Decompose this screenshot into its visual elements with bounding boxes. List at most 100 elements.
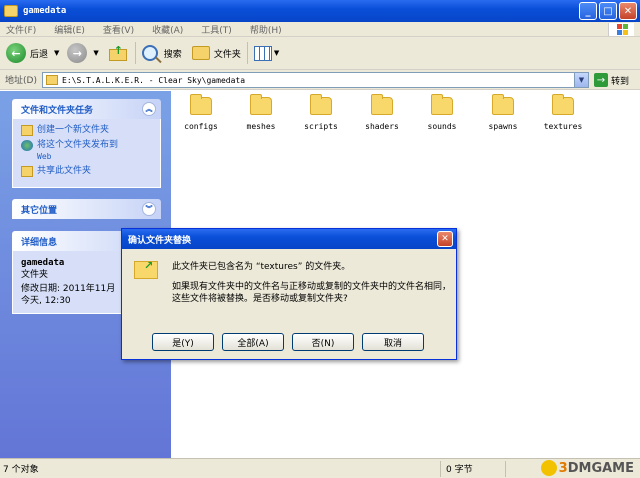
address-bar: 地址(D) E:\S.T.A.L.K.E.R. - Clear Sky\game… xyxy=(0,70,640,90)
menu-help[interactable]: 帮助(H) xyxy=(250,23,282,36)
folder-item[interactable]: spawns xyxy=(473,94,533,131)
folder-label: spawns xyxy=(488,122,518,131)
back-arrow-icon: ← xyxy=(6,43,26,63)
status-bar: 7 个对象 0 字节 3 DMGAME xyxy=(0,458,640,478)
address-path: E:\S.T.A.L.K.E.R. - Clear Sky\gamedata xyxy=(62,75,246,85)
task-sublabel: Web xyxy=(37,152,52,161)
menu-file[interactable]: 文件(F) xyxy=(6,23,36,36)
menu-bar: 文件(F) 编辑(E) 查看(V) 收藏(A) 工具(T) 帮助(H) xyxy=(0,22,640,37)
go-arrow-icon: → xyxy=(594,73,608,87)
dialog-title: 确认文件夹替换 xyxy=(128,235,192,246)
file-tasks-header[interactable]: 文件和文件夹任务 ︽ xyxy=(12,99,161,119)
folders-icon xyxy=(191,46,210,60)
details-title: 详细信息 xyxy=(21,237,58,248)
folder-icon xyxy=(46,75,58,85)
go-label: 转到 xyxy=(611,76,630,87)
search-button[interactable]: 搜索 xyxy=(141,45,182,61)
folder-label: sounds xyxy=(427,122,457,131)
folder-icon xyxy=(4,5,18,17)
watermark-number: 3 xyxy=(558,460,568,476)
go-button[interactable]: → 转到 xyxy=(594,73,629,87)
file-tasks-panel: 文件和文件夹任务 ︽ 创建一个新文件夹 将这个文件夹发布到 Web 共享此文件夹 xyxy=(12,99,161,188)
task-publish-web[interactable]: 将这个文件夹发布到 Web xyxy=(21,140,152,162)
dialog-message: 此文件夹已包含名为 “textures” 的文件夹。 xyxy=(172,262,351,272)
file-tasks-body: 创建一个新文件夹 将这个文件夹发布到 Web 共享此文件夹 xyxy=(12,119,161,188)
other-places-header[interactable]: 其它位置 ︾ xyxy=(12,199,161,219)
title-bar: gamedata _ □ ✕ xyxy=(0,0,640,22)
window-title: gamedata xyxy=(23,6,67,16)
folder-item[interactable]: sounds xyxy=(412,94,472,131)
menu-view[interactable]: 查看(V) xyxy=(103,23,134,36)
windows-logo-icon xyxy=(608,23,634,36)
task-label: 共享此文件夹 xyxy=(37,166,92,176)
menu-favorites[interactable]: 收藏(A) xyxy=(152,23,183,36)
views-dropdown-icon: ▼ xyxy=(273,49,280,57)
folder-label: meshes xyxy=(246,122,276,131)
menu-tools[interactable]: 工具(T) xyxy=(201,23,232,36)
folder-label: scripts xyxy=(304,122,338,131)
back-button[interactable]: ← 后退 ▼ xyxy=(6,43,59,63)
globe-icon xyxy=(21,140,33,151)
dialog-close-button[interactable]: ✕ xyxy=(437,231,453,247)
up-folder-icon[interactable]: ↑ xyxy=(108,44,129,62)
status-size: 0 字节 xyxy=(446,465,473,475)
yes-button[interactable]: 是(Y) xyxy=(152,333,214,351)
search-icon xyxy=(141,45,158,61)
file-tasks-title: 文件和文件夹任务 xyxy=(21,105,94,116)
folder-item[interactable]: shaders xyxy=(352,94,412,131)
watermark-text: DMGAME xyxy=(567,460,634,476)
other-places-title: 其它位置 xyxy=(21,205,58,216)
task-share-folder[interactable]: 共享此文件夹 xyxy=(21,166,152,177)
search-label: 搜索 xyxy=(163,49,182,60)
folders-label: 文件夹 xyxy=(213,49,241,60)
folder-item[interactable]: configs xyxy=(171,94,231,131)
toolbar-separator xyxy=(246,42,248,64)
object-count: 7 个对象 xyxy=(3,465,39,475)
collapse-icon[interactable]: ︽ xyxy=(142,102,156,116)
toolbar-separator xyxy=(134,42,136,64)
folder-move-icon xyxy=(134,259,158,279)
views-icon xyxy=(253,45,272,61)
expand-icon[interactable]: ︾ xyxy=(142,202,156,216)
watermark-icon xyxy=(540,460,557,476)
confirm-folder-replace-dialog: 确认文件夹替换 ✕ 此文件夹已包含名为 “textures” 的文件夹。 如果现… xyxy=(121,228,457,360)
folder-item[interactable]: meshes xyxy=(231,94,291,131)
folder-icon xyxy=(431,94,453,115)
forward-button[interactable]: → ▼ xyxy=(67,43,99,63)
folder-icon xyxy=(552,94,574,115)
forward-dropdown-icon[interactable]: ▼ xyxy=(93,49,98,57)
other-places-panel: 其它位置 ︾ xyxy=(12,199,161,219)
menu-edit[interactable]: 编辑(E) xyxy=(54,23,85,36)
folder-icon xyxy=(371,94,393,115)
folder-item[interactable]: textures xyxy=(533,94,593,131)
watermark-logo: 3 DMGAME xyxy=(540,460,634,476)
address-input[interactable]: E:\S.T.A.L.K.E.R. - Clear Sky\gamedata ▼ xyxy=(42,72,589,88)
views-button[interactable]: ▼ xyxy=(253,45,280,61)
toolbar: ← 后退 ▼ → ▼ ↑ 搜索 文件夹 ▼ xyxy=(0,37,640,70)
status-divider xyxy=(505,461,506,477)
no-button[interactable]: 否(N) xyxy=(292,333,354,351)
back-label: 后退 xyxy=(30,49,49,60)
folder-icon xyxy=(310,94,332,115)
folder-icon xyxy=(492,94,514,115)
forward-arrow-icon: → xyxy=(67,43,88,63)
task-label: 将这个文件夹发布到 xyxy=(37,140,119,150)
folder-icon xyxy=(250,94,272,115)
new-folder-icon xyxy=(21,125,33,136)
folders-button[interactable]: 文件夹 xyxy=(191,46,241,60)
folder-label: configs xyxy=(184,122,218,131)
task-label: 创建一个新文件夹 xyxy=(37,125,110,135)
status-divider xyxy=(440,461,441,477)
yes-to-all-button[interactable]: 全部(A) xyxy=(222,333,284,351)
folder-item[interactable]: scripts xyxy=(291,94,351,131)
close-button[interactable]: ✕ xyxy=(619,2,637,20)
maximize-button[interactable]: □ xyxy=(599,2,617,20)
dialog-title-bar[interactable]: 确认文件夹替换 ✕ xyxy=(122,229,456,249)
task-new-folder[interactable]: 创建一个新文件夹 xyxy=(21,125,152,136)
cancel-button[interactable]: 取消 xyxy=(362,333,424,351)
folder-label: textures xyxy=(543,122,583,131)
back-dropdown-icon[interactable]: ▼ xyxy=(54,49,59,57)
folder-label: shaders xyxy=(365,122,399,131)
address-dropdown-icon[interactable]: ▼ xyxy=(574,73,588,87)
minimize-button[interactable]: _ xyxy=(579,2,597,20)
